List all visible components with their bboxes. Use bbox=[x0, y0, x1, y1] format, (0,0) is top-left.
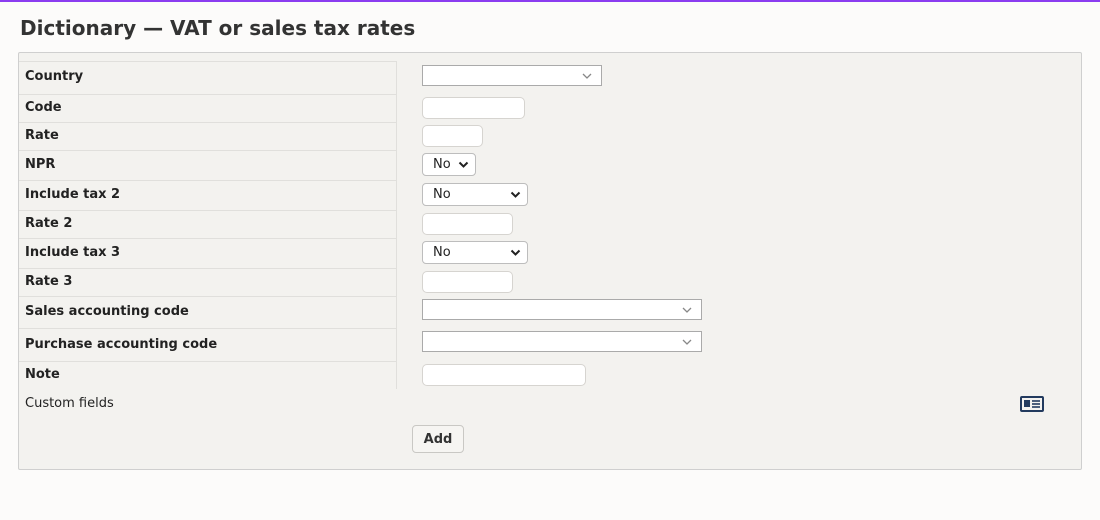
row-divider bbox=[19, 150, 397, 151]
country-select[interactable] bbox=[422, 65, 602, 86]
purchase-accounting-code-select[interactable] bbox=[422, 331, 702, 352]
top-accent-bar bbox=[0, 0, 1100, 2]
chevron-down-icon bbox=[682, 339, 692, 345]
include-tax-2-label: Include tax 2 bbox=[25, 187, 121, 202]
chevron-down-icon bbox=[682, 307, 692, 313]
npr-select-value: No bbox=[433, 157, 451, 172]
include-tax-3-label: Include tax 3 bbox=[25, 245, 121, 260]
chevron-down-icon bbox=[510, 191, 521, 198]
sales-accounting-code-label: Sales accounting code bbox=[25, 304, 189, 319]
row-divider bbox=[19, 238, 397, 239]
rate-3-input[interactable] bbox=[422, 271, 513, 293]
country-label: Country bbox=[25, 69, 84, 84]
add-button[interactable]: Add bbox=[412, 425, 464, 453]
sales-accounting-code-select[interactable] bbox=[422, 299, 702, 320]
chevron-down-icon bbox=[510, 249, 521, 256]
rate-2-label: Rate 2 bbox=[25, 216, 73, 231]
row-divider bbox=[19, 296, 397, 297]
row-divider bbox=[19, 210, 397, 211]
note-label: Note bbox=[25, 367, 60, 382]
vat-rate-form: Country Code Rate NPR No Include tax 2 N… bbox=[18, 52, 1082, 470]
include-tax-3-value: No bbox=[433, 245, 451, 260]
include-tax-2-select[interactable]: No bbox=[422, 183, 528, 206]
row-divider bbox=[19, 328, 397, 329]
row-divider bbox=[19, 180, 397, 181]
rate-label: Rate bbox=[25, 128, 59, 143]
row-divider bbox=[19, 94, 397, 95]
custom-fields-label: Custom fields bbox=[25, 396, 114, 411]
purchase-accounting-code-label: Purchase accounting code bbox=[25, 337, 218, 352]
code-input[interactable] bbox=[422, 97, 525, 119]
chevron-down-icon bbox=[582, 73, 592, 79]
row-divider bbox=[19, 268, 397, 269]
list-card-icon[interactable] bbox=[1020, 395, 1044, 413]
rate-3-label: Rate 3 bbox=[25, 274, 73, 289]
rate-2-input[interactable] bbox=[422, 213, 513, 235]
include-tax-3-select[interactable]: No bbox=[422, 241, 528, 264]
row-divider bbox=[19, 122, 397, 123]
include-tax-2-value: No bbox=[433, 187, 451, 202]
note-input[interactable] bbox=[422, 364, 586, 386]
row-divider bbox=[19, 361, 397, 362]
page-title: Dictionary — VAT or sales tax rates bbox=[20, 16, 416, 40]
rate-input[interactable] bbox=[422, 125, 483, 147]
npr-label: NPR bbox=[25, 157, 56, 172]
npr-select[interactable]: No bbox=[422, 153, 476, 176]
chevron-down-icon bbox=[458, 161, 469, 168]
code-label: Code bbox=[25, 100, 62, 115]
